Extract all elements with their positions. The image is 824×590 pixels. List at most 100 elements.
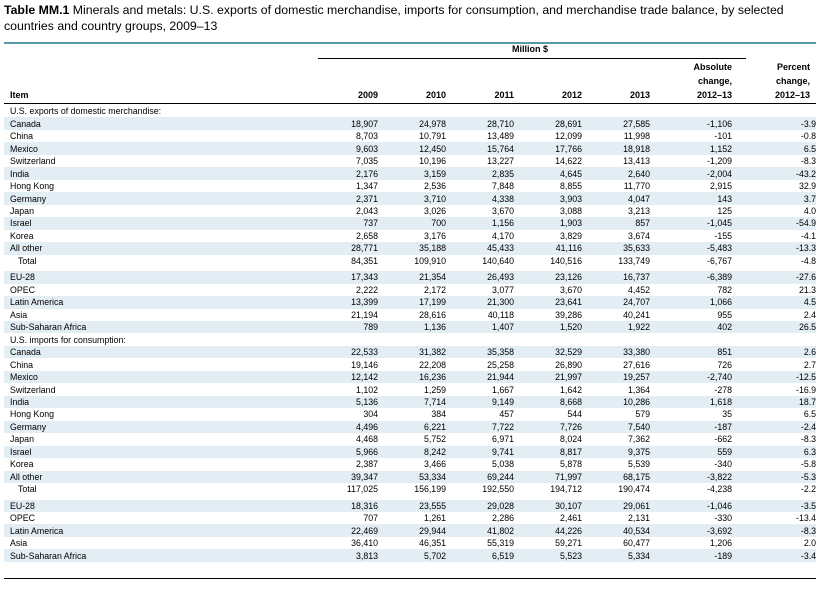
value-cell: 9,375 [582,445,650,459]
value-cell: 40,118 [487,309,514,320]
value-cell: 1,156 [446,217,514,230]
value-cell: 33,380 [582,345,650,359]
value-cell: -330 [714,513,732,524]
value-cell: 13,227 [487,156,514,167]
value-cell: 14,622 [555,156,582,167]
section-header-row: U.S. exports of domestic merchandise: [4,105,816,117]
value-cell: 2,915 [709,181,732,192]
row-label: Latin America [4,296,318,309]
value-cell: 2,387 [355,459,378,470]
value-cell: 156,199 [414,484,446,495]
value-cell: -3.4 [732,549,817,562]
table-row: Germany 2,371 3,710 4,338 3,903 4,047 143 3.7 [4,192,817,205]
value-cell: 5,038 [491,459,514,470]
value-cell: 8,817 [514,445,582,459]
value-cell: 11,770 [623,181,650,192]
value-cell: 2,658 [355,230,378,241]
value-cell: 21,194 [351,309,378,320]
value-cell: 23,126 [514,271,582,284]
value-cell: 6,971 [491,434,514,445]
value-cell: 2,131 [627,513,650,524]
value-cell: 69,244 [446,470,514,484]
table-body: U.S. exports of domestic merchandise: Can… [4,105,817,562]
value-cell: 21,354 [378,271,446,284]
value-cell: 44,226 [514,524,582,537]
bottom-rule [4,578,816,579]
value-cell: 30,107 [514,499,582,512]
value-cell: 7,848 [491,181,514,192]
table-row: India 2,176 3,159 2,835 4,645 2,640 -2,004 -43.… [4,167,817,180]
value-cell: 13,413 [623,156,650,167]
value-cell: 2,176 [318,167,378,180]
value-cell: 10,196 [419,156,446,167]
table-row: Germany 4,496 6,221 7,722 7,726 7,540 -187 -2.4 [4,420,817,434]
value-cell: 5,334 [582,549,650,562]
row-label: Canada [4,345,318,359]
row-label: Total [18,484,37,495]
value-cell: 1,642 [559,384,582,395]
value-cell: 2,371 [318,192,378,205]
table-row: Mexico 12,142 16,236 21,944 21,997 19,257 -2,7… [4,370,817,384]
value-cell: -340 [714,459,732,470]
value-cell: 4.5 [732,296,817,309]
value-cell: 8,668 [514,395,582,409]
value-cell: 851 [650,345,732,359]
value-cell: 11,998 [623,131,650,142]
value-cell: 7,722 [446,420,514,434]
value-cell: 60,477 [623,538,650,549]
value-cell: 6.5 [803,409,817,420]
value-cell: 7,726 [514,420,582,434]
col-header-line: 2012–13 [774,90,810,100]
row-label: Korea [10,230,34,241]
table-row: Mexico 9,603 12,450 15,764 17,766 18,918 1,152… [4,142,817,155]
value-cell: 1,364 [627,384,650,395]
value-cell: 544 [567,409,582,420]
value-cell: 125 [717,205,732,216]
value-cell: 782 [717,284,732,295]
value-cell: 4,338 [446,192,514,205]
value-cell: -3,692 [650,524,732,537]
value-cell: 31,382 [378,345,446,359]
value-cell: 1,066 [650,296,732,309]
value-cell: 140,640 [482,255,514,266]
row-label: All other [4,470,318,484]
value-cell: 190,474 [618,484,650,495]
value-cell: 19,146 [351,359,378,370]
table-row: Hong Kong 1,347 2,536 7,848 8,855 11,770 2,915… [4,180,816,192]
value-cell: 21,944 [446,370,514,384]
row-label: OPEC [10,513,35,524]
value-cell: 28,691 [514,117,582,130]
value-cell: 18,316 [318,499,378,512]
value-cell: 3,813 [318,549,378,562]
value-cell: 1,618 [650,395,732,409]
value-cell: 26,493 [446,271,514,284]
value-cell: 6.3 [732,445,817,459]
row-label: Israel [4,217,318,230]
col-header-year: 2009 [357,90,378,100]
table-row: Asia 21,194 28,616 40,118 39,286 40,241 955 2.4 [4,309,816,321]
col-header-line: change, [697,76,732,86]
col-header-line: Percent [776,62,810,72]
value-cell: 27,585 [582,117,650,130]
value-cell: 4,496 [318,420,378,434]
row-label: OPEC [10,284,35,295]
value-cell: 3,088 [559,205,582,216]
value-cell: 7,540 [582,420,650,434]
table-row: OPEC 2,222 2,172 3,077 3,670 4,452 782 21.3 [4,284,816,296]
table-row: Asia 36,410 46,351 55,319 59,271 60,477 1,206 2… [4,537,816,549]
value-cell: 3,670 [559,284,582,295]
value-cell: -1,106 [650,117,732,130]
table-title: Table MM.1 Minerals and metals: U.S. exp… [4,2,816,34]
value-cell: 2,286 [491,513,514,524]
table-row: Hong Kong 304 384 457 544 579 35 6.5 [4,408,816,420]
value-cell: -13.3 [732,242,817,255]
value-cell: 53,334 [378,470,446,484]
row-label: Germany [4,192,318,205]
value-cell: 5,878 [559,459,582,470]
value-cell: 28,616 [419,309,446,320]
row-label: China [10,131,33,142]
col-header-item-label: Item [10,90,29,100]
value-cell: 29,061 [582,499,650,512]
value-cell: 12,450 [378,142,446,155]
table-row: All other 39,347 53,334 69,244 71,997 68,175-… [4,470,817,484]
